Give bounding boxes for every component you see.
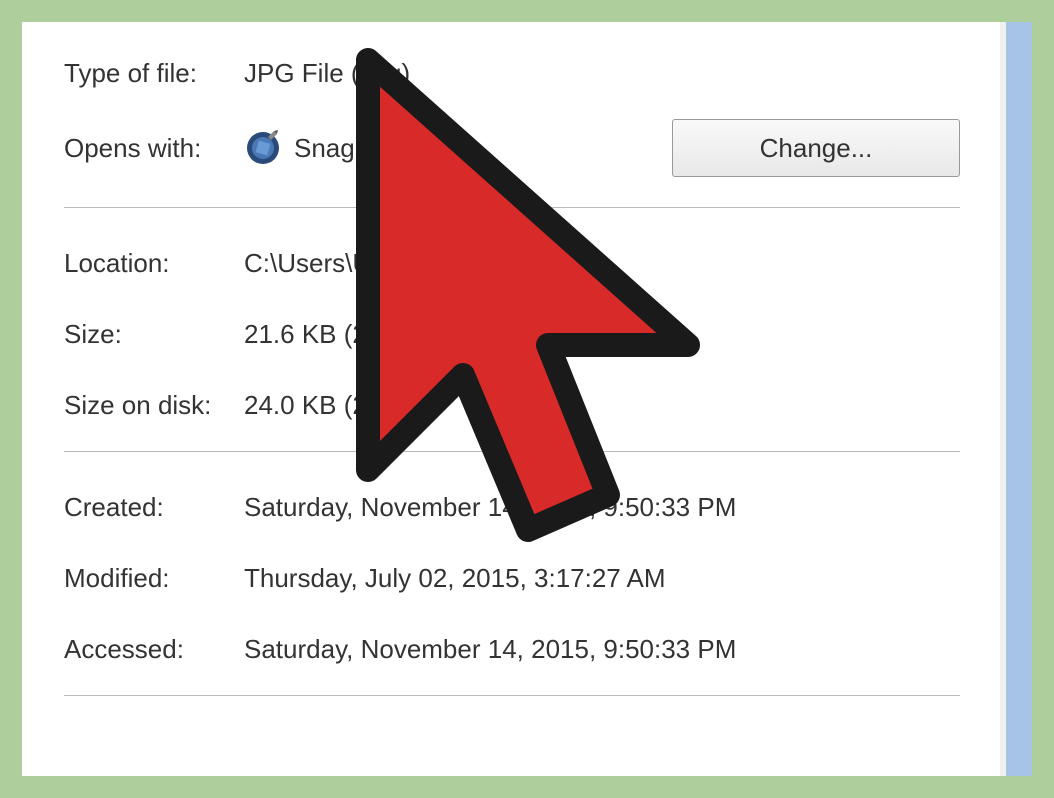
size-row: Size: 21.6 KB (22 <box>64 319 960 350</box>
accessed-row: Accessed: Saturday, November 14, 2015, 9… <box>64 634 960 665</box>
type-of-file-label: Type of file: <box>64 58 244 89</box>
size-on-disk-value: 24.0 KB (24 byte <box>244 390 960 421</box>
properties-dialog-frame: Type of file: JPG File (.jpg) Opens with… <box>22 22 1032 776</box>
right-blue-strip <box>1006 22 1032 776</box>
divider-1 <box>64 207 960 208</box>
location-label: Location: <box>64 248 244 279</box>
type-of-file-row: Type of file: JPG File (.jpg) <box>64 58 960 89</box>
modified-row: Modified: Thursday, July 02, 2015, 3:17:… <box>64 563 960 594</box>
accessed-value: Saturday, November 14, 2015, 9:50:33 PM <box>244 634 960 665</box>
type-of-file-value: JPG File (.jpg) <box>244 58 960 89</box>
location-row: Location: C:\Users\Us <box>64 248 960 279</box>
created-row: Created: Saturday, November 14, 2015, 9:… <box>64 492 960 523</box>
change-button[interactable]: Change... <box>672 119 960 177</box>
modified-label: Modified: <box>64 563 244 594</box>
created-value: Saturday, November 14, 2015, 9:50:33 PM <box>244 492 960 523</box>
divider-2 <box>64 451 960 452</box>
size-label: Size: <box>64 319 244 350</box>
accessed-label: Accessed: <box>64 634 244 665</box>
properties-dialog-content: Type of file: JPG File (.jpg) Opens with… <box>22 22 1000 776</box>
divider-3 <box>64 695 960 696</box>
opens-with-row: Opens with: Snagit Change... <box>64 119 960 177</box>
modified-value: Thursday, July 02, 2015, 3:17:27 AM <box>244 563 960 594</box>
location-value: C:\Users\Us <box>244 248 960 279</box>
size-value: 21.6 KB (22 <box>244 319 960 350</box>
cursor-arrow-overlay-icon <box>298 40 718 550</box>
opens-with-app-name: Snagit <box>294 133 368 164</box>
created-label: Created: <box>64 492 244 523</box>
opens-with-label: Opens with: <box>64 133 244 164</box>
size-on-disk-row: Size on disk: 24.0 KB (24 byte <box>64 390 960 421</box>
snagit-app-icon <box>244 129 282 167</box>
size-on-disk-label: Size on disk: <box>64 390 244 421</box>
